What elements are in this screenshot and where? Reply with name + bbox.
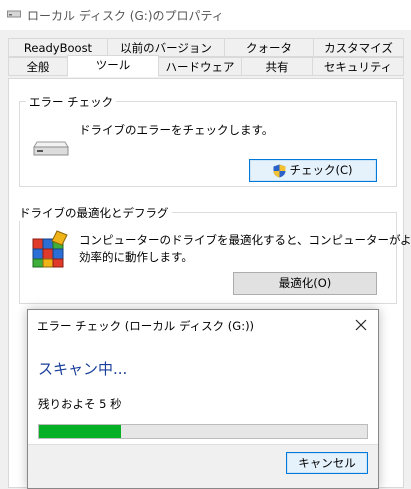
scan-progress-fill — [39, 425, 121, 438]
error-check-group-title: エラー チェック — [26, 94, 117, 110]
optimize-description-line2: 効率的に動作します。 — [79, 250, 193, 264]
scan-dialog: エラー チェック (ローカル ディスク (G:)) スキャン中... 残りおよそ… — [27, 309, 379, 489]
window-titlebar: ローカル ディスク (G:)のプロパティ — [0, 0, 411, 30]
hard-drive-icon — [33, 141, 69, 156]
optimize-button[interactable]: 最適化(O) — [233, 272, 377, 295]
scan-heading: スキャン中... — [38, 360, 128, 378]
tab-quota[interactable]: クォータ — [224, 38, 314, 57]
cancel-button[interactable]: キャンセル — [286, 452, 368, 474]
scan-dialog-titlebar: エラー チェック (ローカル ディスク (G:)) — [28, 310, 378, 340]
tab-security[interactable]: セキュリティ — [312, 57, 404, 76]
scan-dialog-footer: キャンセル — [28, 444, 378, 488]
drive-icon — [7, 10, 21, 18]
scan-dialog-title: エラー チェック (ローカル ディスク (G:)) — [37, 319, 255, 333]
tab-customize[interactable]: カスタマイズ — [313, 38, 404, 57]
tab-general[interactable]: 全般 — [8, 57, 68, 76]
check-button[interactable]: チェック(C) — [249, 159, 377, 182]
optimize-group-title: ドライブの最適化とデフラグ — [16, 205, 172, 221]
scan-progress-bar — [38, 424, 368, 439]
tab-tools[interactable]: ツール — [67, 55, 159, 77]
tab-sharing[interactable]: 共有 — [241, 57, 313, 76]
scan-dialog-body: スキャン中... 残りおよそ 5 秒 — [28, 340, 378, 444]
optimize-description-line1: コンピューターのドライブを最適化すると、コンピューターがより — [79, 233, 411, 247]
window-title: ローカル ディスク (G:)のプロパティ — [27, 9, 224, 23]
tab-hardware[interactable]: ハードウェア — [158, 57, 242, 76]
close-icon[interactable] — [352, 316, 370, 334]
check-button-label: チェック(C) — [289, 163, 353, 177]
uac-shield-icon — [273, 164, 286, 177]
error-check-description: ドライブのエラーをチェックします。 — [79, 123, 274, 137]
time-remaining: 残りおよそ 5 秒 — [38, 397, 122, 411]
defrag-icon — [32, 230, 68, 268]
